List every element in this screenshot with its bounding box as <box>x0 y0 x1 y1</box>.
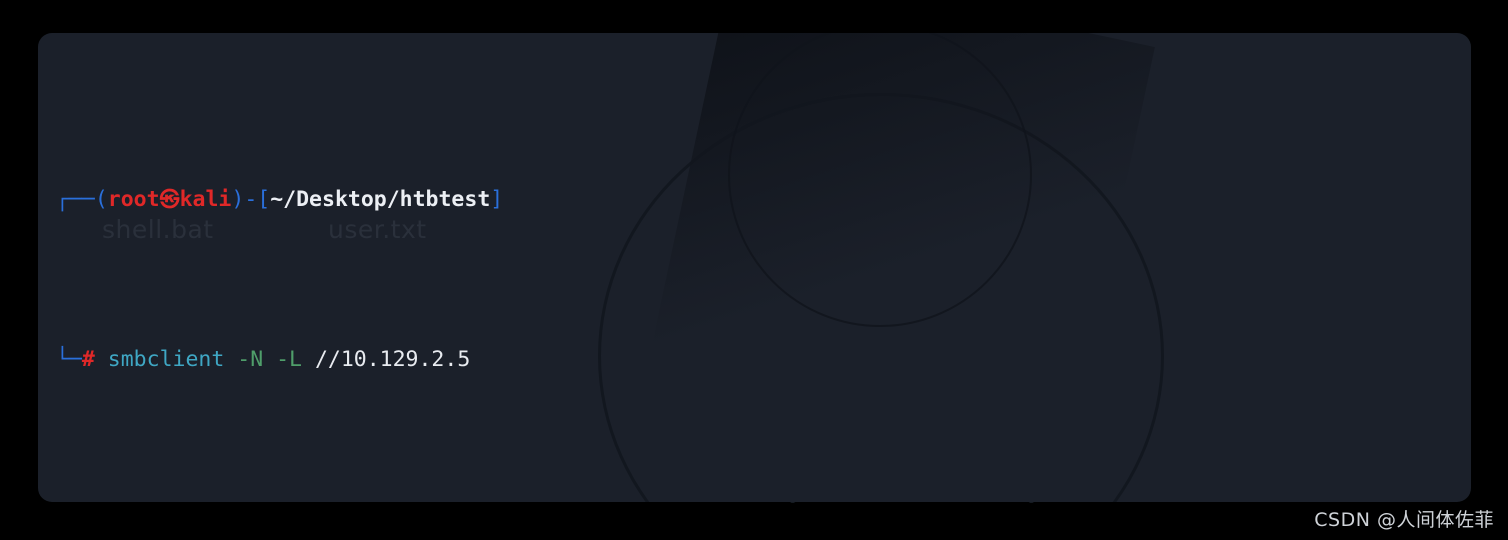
prompt-host: kali <box>179 187 232 212</box>
prompt-open-bracket: [ <box>257 187 271 212</box>
prompt-corner-top-icon: ┌── <box>56 187 95 212</box>
kali-at-icon: ㉿ <box>159 187 180 211</box>
command-name: smbclient <box>107 347 225 372</box>
command-target: //10.129.2.5 <box>314 347 471 372</box>
prompt-line-1-bottom: └─# smbclient -N -L //10.129.2.5 <box>56 344 1471 376</box>
prompt-open-paren: ( <box>94 187 108 212</box>
command-flag-l: -L <box>276 347 302 372</box>
prompt-path: ~/Desktop/htbtest <box>270 187 491 212</box>
prompt-user: root <box>107 187 160 212</box>
csdn-watermark: CSDN @人间体佐菲 <box>1314 509 1494 531</box>
terminal-window[interactable]: shell.bat user.txt ┌──(root㉿kali)-[~/Des… <box>38 33 1471 502</box>
prompt-close-bracket: ] <box>490 187 504 212</box>
prompt-line-1-top: ┌──(root㉿kali)-[~/Desktop/htbtest] <box>56 183 1471 216</box>
terminal-output-area[interactable]: ┌──(root㉿kali)-[~/Desktop/htbtest] └─# s… <box>38 33 1471 502</box>
prompt-hash: # <box>81 347 95 372</box>
prompt-close-paren: ) <box>231 187 245 212</box>
prompt-corner-bottom-icon: └─ <box>56 347 82 372</box>
command-flag-n: -N <box>237 347 264 372</box>
prompt-dash: - <box>244 187 258 212</box>
